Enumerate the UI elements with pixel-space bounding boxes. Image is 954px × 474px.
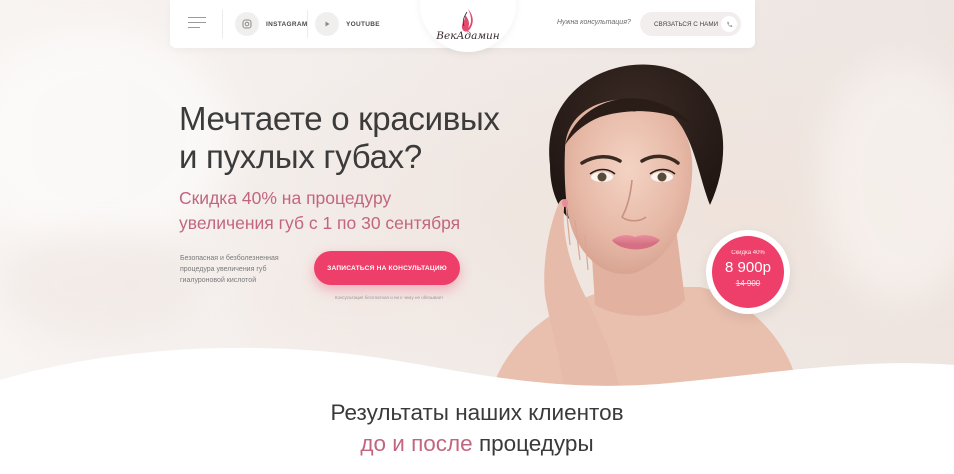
instagram-label: INSTAGRAM: [266, 20, 308, 28]
phone-icon: [721, 16, 737, 32]
logo[interactable]: ВекАдамин: [420, 0, 516, 52]
hero-subhead: Скидка 40% на процедуру увеличения губ с…: [179, 186, 460, 236]
logo-text: ВекАдамин: [436, 30, 500, 42]
header-bar: INSTAGRAM YOUTUBE ВекАдамин Нужна консул…: [170, 0, 755, 52]
results-rest-text: процедуры: [472, 431, 594, 456]
cta-note: Консультация бесплатная и ни к чему не о…: [334, 295, 444, 300]
discount-label: Скидка 40%: [731, 250, 765, 256]
book-consultation-button[interactable]: ЗАПИСАТЬСЯ НА КОНСУЛЬТАЦИЮ: [314, 251, 460, 285]
contact-us-label: СВЯЗАТЬСЯ С НАМИ: [654, 20, 719, 28]
desc-line-3: гиалуроновой кислотой: [180, 277, 257, 284]
results-line-1: Результаты наших клиентов: [330, 400, 624, 425]
price-badge: Скидка 40% 8 900р 14 900: [712, 236, 784, 308]
hero-headline: Мечтаете о красивых и пухлых губах?: [179, 100, 500, 176]
youtube-icon: [315, 12, 339, 36]
consult-question: Нужна консультация?: [557, 19, 631, 26]
results-title: Результаты наших клиентов до и после про…: [0, 397, 954, 459]
youtube-label: YOUTUBE: [346, 20, 380, 28]
menu-icon[interactable]: [188, 17, 206, 29]
results-line-2: до и после процедуры: [0, 428, 954, 459]
hero-description: Безопасная и безболезненная процедура ув…: [180, 253, 310, 286]
old-price: 14 900: [735, 279, 761, 288]
desc-line-2: процедура увеличения губ: [180, 266, 267, 273]
instagram-link[interactable]: INSTAGRAM: [235, 12, 308, 36]
instagram-icon: [235, 12, 259, 36]
youtube-link[interactable]: YOUTUBE: [315, 12, 380, 36]
header-divider: [307, 10, 308, 38]
contact-us-button[interactable]: СВЯЗАТЬСЯ С НАМИ: [640, 12, 741, 36]
header-divider: [222, 10, 223, 38]
headline-line-1: Мечтаете о красивых: [179, 100, 500, 137]
results-pink-text: до и после: [360, 431, 473, 456]
subhead-line-1: Скидка 40% на процедуру: [179, 188, 392, 208]
desc-line-1: Безопасная и безболезненная: [180, 255, 279, 262]
new-price: 8 900р: [725, 259, 771, 276]
headline-line-2: и пухлых губах?: [179, 138, 422, 175]
subhead-line-2: увеличения губ с 1 по 30 сентября: [179, 213, 461, 233]
